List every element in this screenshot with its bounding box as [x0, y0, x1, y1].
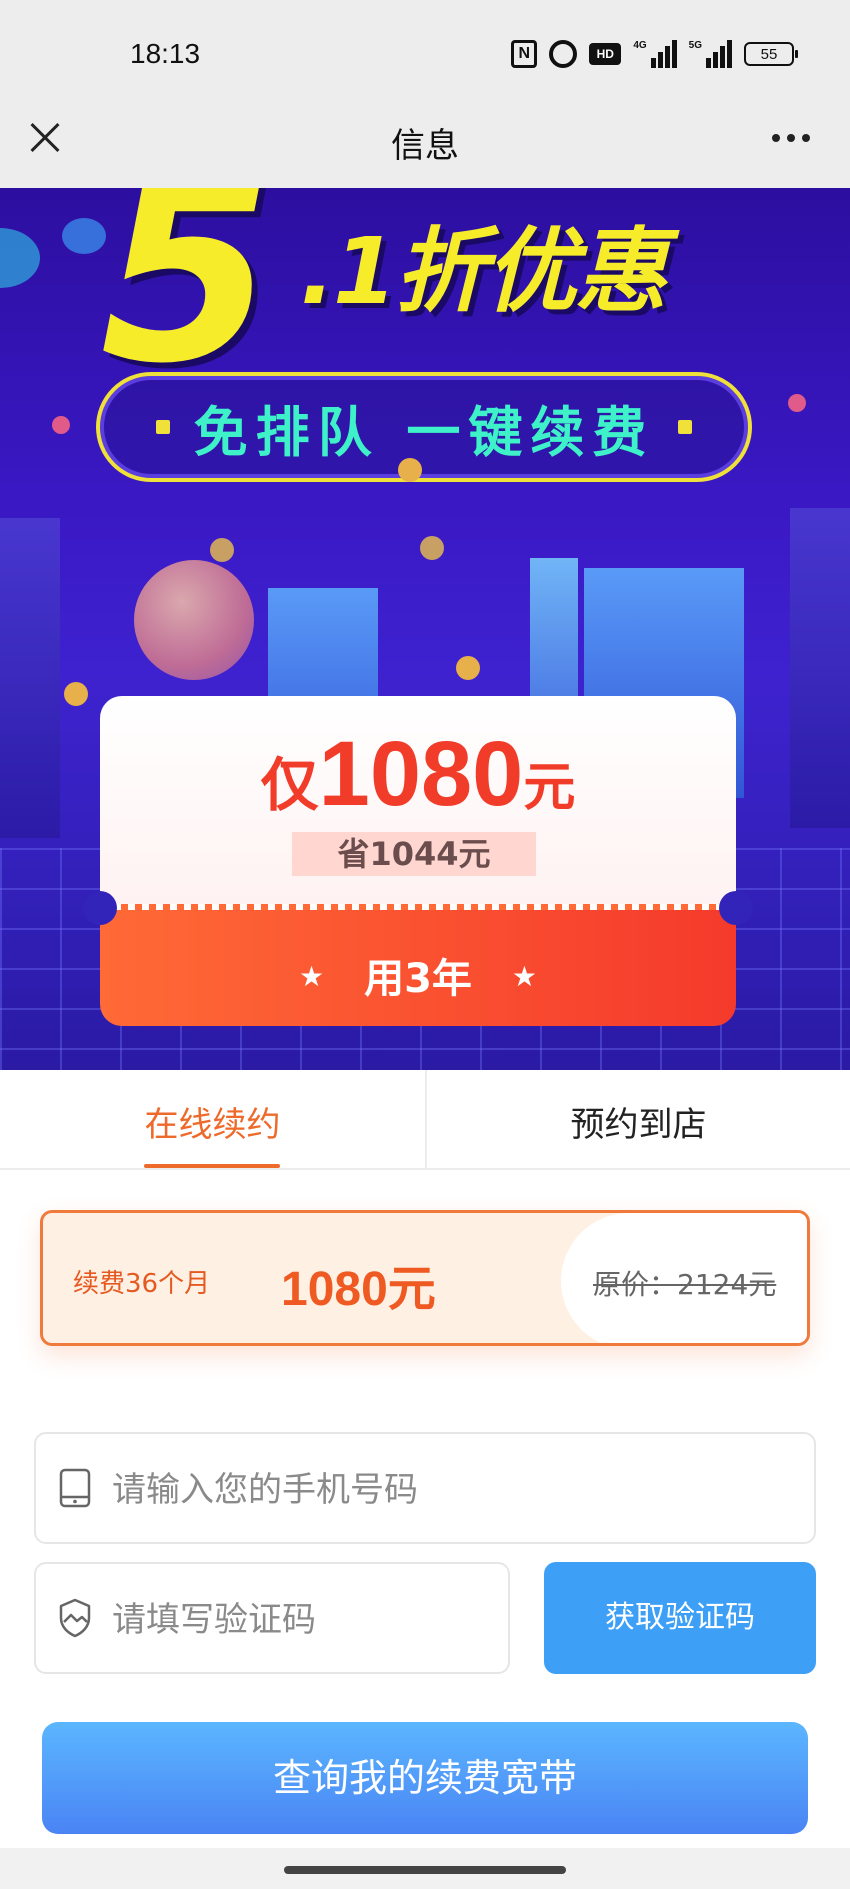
- verification-code-input[interactable]: [112, 1590, 492, 1650]
- coin-illustration: [210, 538, 234, 562]
- status-bar: 18:13 N HD 4G 5G 55: [0, 0, 850, 100]
- tab-underline: [144, 1164, 280, 1168]
- price-line: 仅1080元: [100, 722, 736, 827]
- coin-illustration: [456, 656, 480, 680]
- network-4g-label: 4G: [633, 40, 647, 51]
- tab-bar: 在线续约 预约到店: [0, 1070, 850, 1170]
- phone-field: [34, 1432, 816, 1544]
- slogan-text: 免排队 一键续费: [193, 400, 655, 464]
- get-code-button[interactable]: 获取验证码: [544, 1562, 816, 1674]
- plan-option-card[interactable]: 续费36个月 1080元 原价：2124元: [40, 1210, 810, 1346]
- hd-icon: HD: [589, 43, 622, 65]
- system-bottom-bar: [0, 1848, 850, 1889]
- years-label: ★ 用3年 ★: [100, 946, 736, 1004]
- signal-5g-icon: 5G: [689, 40, 732, 68]
- building-illustration: [0, 518, 60, 838]
- plan-price: 1080元: [281, 1263, 436, 1316]
- coin-illustration: [398, 458, 422, 482]
- tab-store-appointment[interactable]: 预约到店: [425, 1070, 850, 1170]
- shield-icon: [59, 1598, 91, 1638]
- nav-bar: 信息: [0, 100, 850, 188]
- star-icon: ★: [511, 960, 538, 993]
- coin-illustration: [420, 536, 444, 560]
- phone-input[interactable]: [112, 1460, 792, 1520]
- years-text: 用3年: [364, 956, 472, 1002]
- building-illustration: [790, 508, 850, 828]
- home-indicator[interactable]: [284, 1866, 566, 1874]
- original-price-area: 原价：2124元: [561, 1213, 807, 1343]
- price-ticket: 仅1080元 省1044元 ★ 用3年 ★: [100, 696, 736, 1026]
- decor-shape: [0, 228, 40, 288]
- save-tag: 省1044元: [292, 832, 536, 876]
- decor-dot: [52, 416, 70, 434]
- battery-icon: 55: [744, 42, 798, 66]
- nfc-icon: N: [511, 40, 538, 68]
- big-number: 5: [100, 188, 274, 418]
- coin-illustration: [64, 682, 88, 706]
- price-prefix: 仅: [260, 751, 319, 819]
- status-icons: N HD 4G 5G 55: [511, 40, 798, 68]
- phone-icon: [59, 1468, 91, 1508]
- slogan-pill: 免排队 一键续费: [96, 372, 752, 482]
- decor-dot: [788, 394, 806, 412]
- original-price: 原价：2124元: [593, 1268, 777, 1301]
- pill-dot: [155, 420, 170, 434]
- page-title: 信息: [391, 126, 459, 166]
- verification-code-field: [34, 1562, 510, 1674]
- ball-illustration: [134, 560, 254, 680]
- price-unit: 元: [523, 758, 576, 818]
- plan-label: 续费36个月: [73, 1269, 211, 1299]
- query-renewal-button[interactable]: 查询我的续费宽带: [42, 1722, 808, 1834]
- promo-banner: 5 .1折优惠 免排队 一键续费 仅1080元 省1044元 ★ 用3年 ★: [0, 188, 850, 1070]
- alarm-icon: [549, 40, 578, 68]
- price-value: 1080: [318, 723, 524, 825]
- status-time: 18:13: [130, 38, 201, 69]
- network-5g-label: 5G: [688, 40, 702, 51]
- tab-online-renewal[interactable]: 在线续约: [0, 1070, 425, 1170]
- more-icon[interactable]: [772, 134, 810, 142]
- pill-dot: [678, 420, 693, 434]
- star-icon: ★: [298, 960, 325, 993]
- headline: .1折优惠: [300, 218, 667, 325]
- ticket-notch: [719, 891, 753, 925]
- ticket-notch: [83, 891, 117, 925]
- signal-4g-icon: 4G: [633, 40, 677, 68]
